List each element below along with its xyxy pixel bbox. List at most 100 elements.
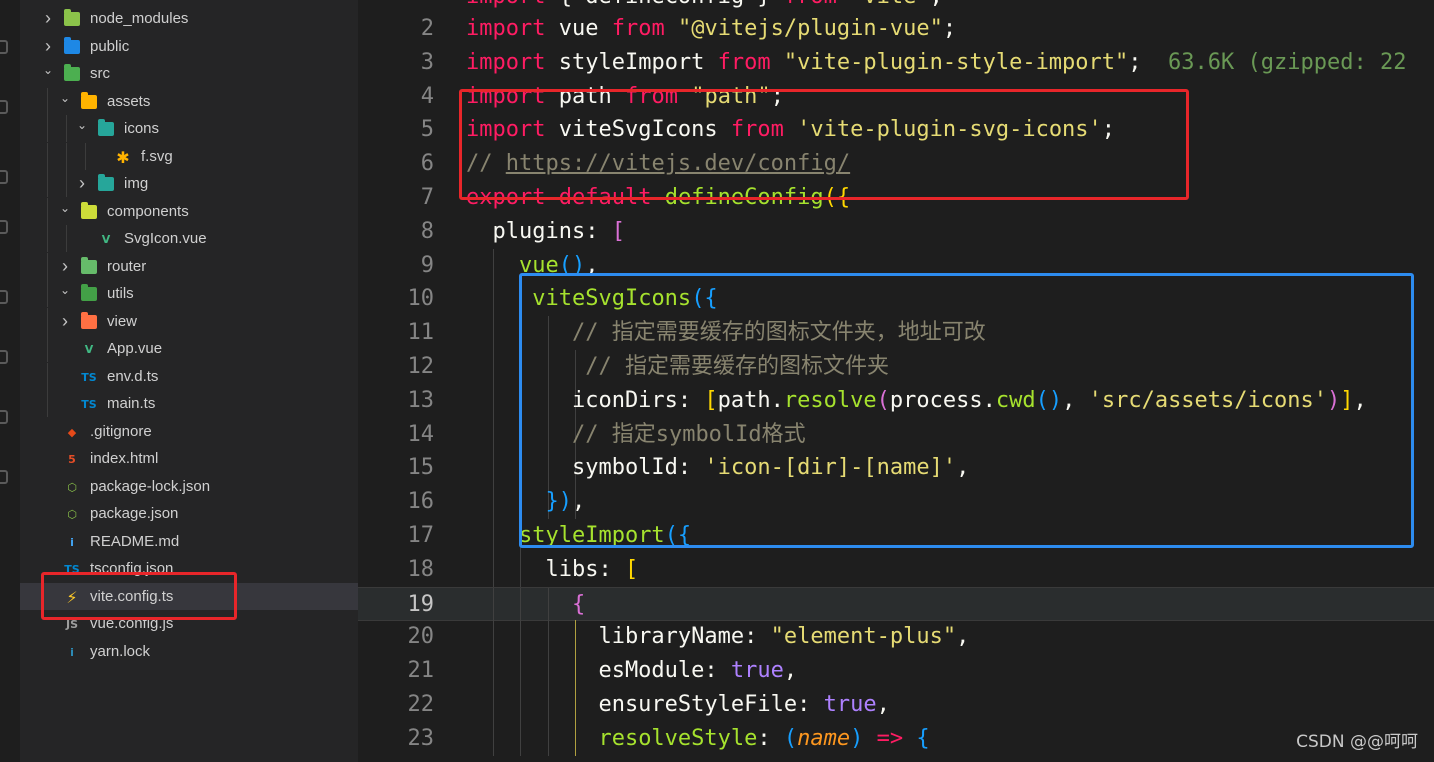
explorer-item[interactable]: TS env.d.ts (20, 363, 358, 390)
explorer-item-label: public (90, 38, 130, 55)
chevron-down-icon[interactable]: ⌄ (59, 284, 71, 296)
code-token: resolve (783, 387, 877, 413)
explorer-item[interactable]: › public (20, 33, 358, 60)
code-line[interactable]: 21 esModule: true, (358, 654, 1434, 689)
folder-view-icon (81, 312, 97, 329)
explorer-item[interactable]: 5 index.html (20, 445, 358, 472)
code-token: ; (1128, 49, 1169, 75)
code-token: ( (876, 387, 890, 413)
explorer-item-label: vite.config.ts (90, 588, 174, 605)
code-line[interactable]: 11 // 指定需要缓存的图标文件夹，地址可改 (358, 316, 1434, 351)
indent-guide (47, 225, 48, 252)
code-line[interactable]: 9 vue(), (358, 248, 1434, 283)
explorer-item[interactable]: JS vue.config.js (20, 610, 358, 637)
explorer-item[interactable]: ◆ .gitignore (20, 418, 358, 445)
chevron-right-icon[interactable]: › (76, 174, 88, 192)
code-line[interactable]: 7 export default defineConfig({ (358, 181, 1434, 215)
explorer-item[interactable]: › node_modules (20, 5, 358, 32)
code-line[interactable]: 5 import viteSvgIcons from 'vite-plugin-s… (358, 113, 1434, 147)
code-line[interactable]: 17 styleImport({ (358, 519, 1434, 553)
testing-icon[interactable] (0, 410, 8, 424)
chevron-right-icon[interactable]: › (59, 312, 71, 330)
line-number: 6 (420, 151, 434, 177)
code-line[interactable]: 12 // 指定需要缓存的图标文件夹 (358, 350, 1434, 384)
explorer-item[interactable]: ⌄ icons (20, 115, 358, 142)
code-line[interactable]: 2 import vue from "@vitejs/plugin-vue"; (358, 12, 1434, 46)
code-line[interactable]: 13 iconDirs: [path.resolve(process.cwd()… (358, 383, 1434, 418)
explorer-item[interactable]: V SvgIcon.vue (20, 225, 358, 252)
explorer-icon[interactable] (0, 40, 8, 54)
explorer-item[interactable]: ⚡ vite.config.ts (20, 583, 358, 610)
indent-guide (66, 170, 67, 197)
code-text: // 指定需要缓存的图标文件夹，地址可改 (466, 316, 986, 350)
explorer-sidebar: › node_modules › public ⌄ src ⌄ assets ⌄ icons ✱ f.… (20, 0, 358, 762)
code-token: "path" (691, 83, 771, 109)
remote-icon[interactable] (0, 350, 8, 364)
code-token: 'vite-plugin-svg-icons' (797, 117, 1102, 143)
code-line[interactable]: 20 libraryName: "element-plus", (358, 620, 1434, 655)
explorer-item[interactable]: › view (20, 308, 358, 335)
explorer-item[interactable]: i README.md (20, 528, 358, 555)
search-icon[interactable] (0, 100, 8, 114)
code-token: ({ (823, 185, 851, 210)
explorer-item[interactable]: ⬡ package.json (20, 500, 358, 527)
explorer-item[interactable]: i yarn.lock (20, 638, 358, 665)
code-line[interactable]: 4 import path from "path"; (358, 80, 1434, 114)
source-control-icon[interactable] (0, 170, 8, 184)
accounts-icon[interactable] (0, 470, 8, 484)
extensions-icon[interactable] (0, 290, 8, 304)
code-editor[interactable]: import { defineConfig } from "vite"; 2 imp… (358, 0, 1434, 762)
explorer-item[interactable]: TS main.ts (20, 390, 358, 417)
chevron-right-icon[interactable]: › (59, 257, 71, 275)
code-text: }), (466, 485, 585, 519)
code-text: symbolId: 'icon-[dir]-[name]', (466, 451, 969, 485)
code-token: [ (624, 556, 639, 582)
code-text: esModule: true, (466, 654, 797, 688)
code-line[interactable]: 3 import styleImport from "vite-plugin-st… (358, 46, 1434, 80)
explorer-item-label: yarn.lock (90, 643, 151, 660)
code-token: () (558, 252, 586, 278)
code-line[interactable]: 6 // https://vitejs.dev/config/ (358, 147, 1434, 181)
chevron-right-icon[interactable]: › (42, 37, 54, 55)
explorer-item[interactable]: ⌄ assets (20, 88, 358, 115)
code-token: ensureStyleFile: (466, 692, 824, 717)
chevron-right-icon[interactable]: › (42, 9, 54, 27)
explorer-item[interactable]: V App.vue (20, 335, 358, 362)
explorer-item[interactable]: ⌄ src (20, 60, 358, 87)
explorer-item[interactable]: ✱ f.svg (20, 143, 358, 170)
code-line[interactable]: 15 symbolId: 'icon-[dir]-[name]', (358, 451, 1434, 486)
line-number: 22 (407, 692, 435, 717)
explorer-item[interactable]: TS tsconfig.json (20, 555, 358, 582)
code-line[interactable]: 10 viteSvgIcons({ (358, 282, 1434, 317)
explorer-item[interactable]: ⌄ components (20, 198, 358, 225)
explorer-item[interactable]: › img (20, 170, 358, 197)
explorer-item[interactable]: › router (20, 253, 358, 280)
vue-file-icon: V (84, 342, 94, 356)
chevron-down-icon[interactable]: ⌄ (59, 202, 71, 214)
explorer-item-label: main.ts (107, 395, 156, 412)
chevron-down-icon[interactable]: ⌄ (42, 64, 54, 76)
indent-guide (47, 335, 48, 362)
explorer-item[interactable]: ⬡ package-lock.json (20, 473, 358, 500)
code-line[interactable]: 16 }), (358, 485, 1434, 520)
explorer-item[interactable]: ⌄ utils (20, 280, 358, 307)
indent-guide (47, 198, 48, 225)
code-line[interactable]: 14 // 指定symbolId格式 (358, 417, 1434, 452)
code-line[interactable]: 8 plugins: [ (358, 215, 1434, 249)
line-number: 21 (407, 658, 435, 684)
code-line[interactable]: 18 libs: [ (358, 552, 1434, 587)
vue-file-icon: V (101, 232, 111, 246)
code-token: process. (889, 387, 996, 413)
code-line[interactable]: 22 ensureStyleFile: true, (358, 688, 1434, 722)
code-line[interactable]: 23 resolveStyle: (name) => { (358, 721, 1434, 756)
code-token: ; (930, 0, 943, 9)
code-token: "vite" (850, 0, 929, 9)
line-number: 4 (420, 83, 434, 109)
chevron-down-icon[interactable]: ⌄ (59, 92, 71, 104)
run-debug-icon[interactable] (0, 220, 8, 234)
chevron-down-icon[interactable]: ⌄ (76, 119, 88, 131)
code-line[interactable]: 19 { (358, 586, 1434, 622)
